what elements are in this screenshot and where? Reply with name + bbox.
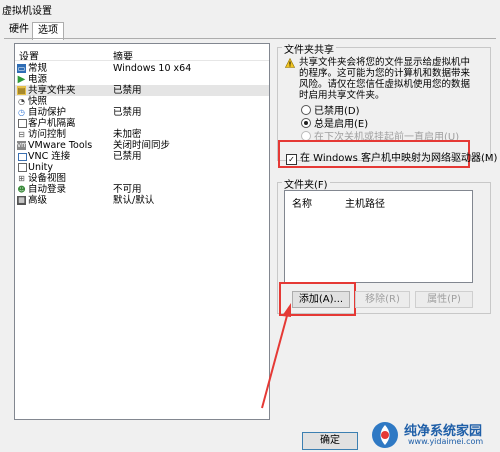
- remove-folder-button[interactable]: 移除(R): [355, 291, 410, 308]
- settings-row-autologin[interactable]: ☻ 自动登录 不可用: [15, 184, 269, 195]
- row-summary: 关闭时间同步: [113, 140, 171, 151]
- row-name: 共享文件夹: [28, 85, 76, 96]
- settings-row-advanced[interactable]: ▦ 高级 默认/默认: [15, 195, 269, 206]
- snapshot-icon: ◔: [18, 97, 25, 106]
- row-name: 常规: [28, 63, 48, 74]
- warning-icon: [284, 57, 296, 68]
- settings-row-power[interactable]: ▶ 电源: [15, 74, 269, 85]
- warning-text: 共享文件夹会将您的文件显示给虚拟机中 的程序。这可能为您的计算机和数据带来 风险…: [299, 57, 470, 101]
- vnc-icon: [18, 153, 27, 161]
- column-header-name[interactable]: 名称: [292, 195, 312, 210]
- access-control-icon: ⊟: [18, 130, 25, 139]
- settings-row-access-control[interactable]: ⊟ 访问控制 未加密: [15, 129, 269, 140]
- add-folder-button[interactable]: 添加(A)...: [292, 291, 350, 308]
- settings-row-general[interactable]: ▭ 常规 Windows 10 x64: [15, 63, 269, 74]
- advanced-icon: ▦: [17, 196, 26, 205]
- row-summary: 已禁用: [113, 85, 142, 96]
- row-summary: 已禁用: [113, 151, 142, 162]
- warning-line: 的程序。这可能为您的计算机和数据带来: [299, 68, 471, 79]
- row-name: VMware Tools: [28, 140, 93, 151]
- settings-list[interactable]: 设置 摘要 ▭ 常规 Windows 10 x64 ▶ 电源 ▤ 共享文件夹 已…: [14, 43, 270, 420]
- device-view-icon: ⊞: [18, 174, 25, 183]
- isolation-icon: [18, 119, 27, 128]
- row-name: 快照: [28, 96, 48, 107]
- settings-row-vnc[interactable]: VNC 连接 已禁用: [15, 151, 269, 162]
- row-summary: 未加密: [113, 129, 142, 140]
- row-name: 设备视图: [28, 173, 67, 184]
- warning-line: 时启用共享文件夹。: [299, 90, 385, 101]
- folder-sharing-label: 文件夹共享: [282, 41, 336, 56]
- row-name: 访问控制: [28, 129, 67, 140]
- watermark-logo-icon: [372, 422, 398, 448]
- folders-group-label: 文件夹(F): [282, 176, 330, 191]
- radio-always-enabled-circle[interactable]: [301, 118, 311, 128]
- row-summary: 不可用: [113, 184, 142, 195]
- autoprotect-icon: ◷: [18, 108, 25, 117]
- settings-row-shared-folders[interactable]: ▤ 共享文件夹 已禁用: [15, 85, 269, 96]
- row-summary: 已禁用: [113, 107, 142, 118]
- folder-properties-button[interactable]: 属性(P): [415, 291, 473, 308]
- annotation-arrow: [261, 303, 291, 409]
- map-network-drive-label: 在 Windows 客户机中映射为网络驱动器(M): [300, 153, 498, 164]
- settings-row-isolation[interactable]: 客户机隔离: [15, 118, 269, 129]
- watermark-url: www.yidaimei.com: [408, 437, 484, 446]
- row-name: 自动保护: [28, 107, 67, 118]
- settings-row-device-view[interactable]: ⊞ 设备视图: [15, 173, 269, 184]
- warning-line: 风险。请仅在您信任虚拟机使用您的数据: [299, 79, 471, 90]
- vmware-tools-icon: vm: [17, 141, 28, 150]
- shared-folder-icon: ▤: [17, 86, 26, 95]
- tab-hardware[interactable]: 硬件: [4, 22, 34, 38]
- tab-divider: [4, 38, 496, 39]
- map-network-drive-checkbox[interactable]: ✓ 在 Windows 客户机中映射为网络驱动器(M): [286, 149, 497, 165]
- autologin-icon: ☻: [17, 185, 26, 194]
- row-summary: 默认/默认: [113, 195, 155, 206]
- general-icon: ▭: [17, 64, 26, 73]
- row-name: VNC 连接: [28, 151, 71, 162]
- column-header-host-path[interactable]: 主机路径: [345, 195, 385, 210]
- radio-disabled-circle[interactable]: [301, 105, 311, 115]
- header-divider: [15, 60, 269, 61]
- power-icon: ▶: [17, 74, 26, 85]
- settings-row-snapshot[interactable]: ◔ 快照: [15, 96, 269, 107]
- window-title: 虚拟机设置: [2, 6, 52, 17]
- watermark: 纯净系统家园 www.yidaimei.com: [368, 420, 496, 450]
- warning-line: 共享文件夹会将您的文件显示给虚拟机中: [299, 57, 471, 68]
- row-name: 自动登录: [28, 184, 67, 195]
- folders-table[interactable]: 名称 主机路径: [284, 190, 473, 283]
- row-name: 高级: [28, 195, 48, 206]
- settings-row-autoprotect[interactable]: ◷ 自动保护 已禁用: [15, 107, 269, 118]
- row-name: 客户机隔离: [28, 118, 76, 129]
- settings-row-vmware-tools[interactable]: vm VMware Tools 关闭时间同步: [15, 140, 269, 151]
- row-name: Unity: [28, 162, 53, 173]
- ok-button[interactable]: 确定: [302, 432, 358, 450]
- unity-icon: [18, 163, 27, 172]
- checkbox-checked-icon[interactable]: ✓: [286, 154, 297, 165]
- row-summary: Windows 10 x64: [113, 63, 192, 74]
- row-name: 电源: [28, 74, 48, 85]
- settings-row-unity[interactable]: Unity: [15, 162, 269, 173]
